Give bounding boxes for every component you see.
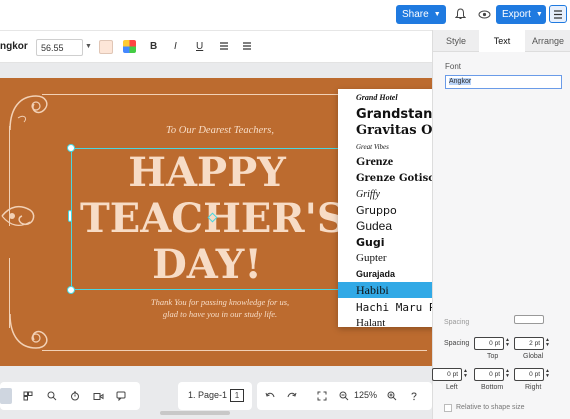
format-side-panel: Style Text Arrange Font Angkor [432, 30, 570, 419]
share-caret-icon: ▼ [433, 11, 441, 18]
right-label: Right [525, 384, 542, 391]
page-pill: 1. Page-1 1 [178, 382, 252, 410]
relative-to-shape-checkbox[interactable] [444, 404, 452, 412]
search-icon[interactable] [45, 389, 59, 403]
spacing-top-input[interactable]: 0 pt [474, 337, 504, 350]
headline-line-1: HAPPY [128, 149, 286, 196]
format-panel-toggle-icon[interactable] [549, 5, 567, 23]
resize-handle-left[interactable] [68, 210, 72, 222]
bottom-status-bar: 1. Page-1 1 125% [0, 382, 432, 410]
spacing-bottom-input[interactable]: 0 pt [474, 368, 504, 381]
video-icon[interactable] [91, 389, 105, 403]
underline-button[interactable]: U [196, 41, 203, 52]
resize-handle-top-left[interactable] [67, 144, 75, 152]
spacing-top-spinner-icon[interactable]: ▲ ▼ [505, 338, 510, 349]
card-border-bottom [42, 350, 427, 351]
timer-icon[interactable] [68, 389, 82, 403]
font-color-swatch[interactable] [99, 40, 113, 54]
spacing-right-input[interactable]: 0 pt [514, 368, 544, 381]
corner-flourish-top-left-icon [9, 95, 48, 131]
line-spacing-input[interactable] [514, 315, 544, 324]
bell-icon[interactable] [452, 6, 468, 22]
tools-pill [0, 382, 140, 410]
headline-text-box[interactable]: HAPPY TEACHER'S DAY! [71, 148, 346, 290]
spacing-partial-label: Spacing [444, 319, 470, 326]
tab-style[interactable]: Style [433, 30, 479, 52]
resize-handle-bottom-left[interactable] [67, 286, 75, 294]
text-toolbar: ngkor 56.55 ▼ B I U [0, 30, 432, 63]
list-icon[interactable] [242, 41, 252, 54]
top-bar: Share ▼ Export ▼ [0, 0, 570, 30]
spacing-label: Spacing [444, 340, 470, 347]
side-flourish-left-icon [1, 205, 35, 226]
headline-line-3: DAY! [152, 241, 262, 288]
preview-eye-icon[interactable] [476, 6, 492, 22]
share-button[interactable]: Share ▼ [396, 5, 446, 24]
bottom-label: Bottom [481, 384, 504, 391]
bold-button[interactable]: B [150, 41, 157, 52]
spacing-global-spinner-icon[interactable]: ▲ ▼ [545, 338, 550, 349]
card-message-line-2[interactable]: glad to have you in our study life. [120, 309, 320, 319]
fullscreen-icon[interactable] [315, 389, 329, 403]
export-caret-icon: ▼ [535, 11, 543, 18]
spacing-left-input[interactable]: 0 pt [432, 368, 462, 381]
shapes-icon[interactable] [21, 389, 35, 403]
relative-to-shape-label: Relative to shape size [456, 404, 525, 411]
headline-line-2: TEACHER'S [80, 195, 346, 242]
global-label: Global [523, 353, 544, 360]
comment-icon[interactable] [114, 389, 128, 403]
top-label: Top [487, 353, 499, 360]
view-controls-pill: 125% [257, 382, 432, 410]
zoom-out-icon[interactable] [337, 389, 351, 403]
zoom-in-icon[interactable] [385, 389, 399, 403]
color-picker-icon[interactable] [123, 40, 136, 53]
italic-button[interactable]: I [174, 41, 177, 52]
align-icon[interactable] [219, 41, 229, 54]
font-name-input[interactable]: Angkor [445, 75, 562, 89]
share-label: Share [402, 9, 429, 20]
spacing-global-input[interactable]: 2 pt [514, 337, 544, 350]
redo-icon[interactable] [285, 389, 299, 403]
page-list-icon[interactable]: 1 [230, 389, 244, 402]
font-name-display[interactable]: ngkor [0, 41, 28, 52]
font-name-value: Angkor [449, 78, 472, 85]
help-icon[interactable] [407, 389, 421, 403]
font-size-caret-icon[interactable]: ▼ [85, 43, 92, 50]
font-label: Font [445, 62, 462, 71]
export-label: Export [502, 9, 531, 20]
side-panel-tabs: Style Text Arrange [433, 30, 570, 52]
export-button[interactable]: Export ▼ [496, 5, 546, 24]
corner-flourish-bottom-left-icon [9, 313, 48, 349]
left-label: Left [446, 384, 458, 391]
page-selector-label[interactable]: 1. Page-1 [188, 390, 227, 400]
font-size-input[interactable]: 56.55 [36, 39, 83, 56]
undo-icon[interactable] [263, 389, 277, 403]
card-subtitle[interactable]: To Our Dearest Teachers, [150, 125, 290, 136]
tab-text[interactable]: Text [479, 30, 525, 52]
tab-arrange[interactable]: Arrange [525, 30, 570, 52]
canvas-horizontal-scrollbar[interactable] [160, 411, 230, 415]
zoom-level[interactable]: 125% [354, 390, 377, 400]
spacing-left-spinner-icon[interactable]: ▲ ▼ [463, 369, 468, 380]
sidebar-toggle-icon[interactable] [0, 388, 12, 404]
spacing-bottom-spinner-icon[interactable]: ▲ ▼ [505, 369, 510, 380]
card-message-line-1[interactable]: Thank You for passing knowledge for us, [120, 297, 320, 307]
spacing-right-spinner-icon[interactable]: ▲ ▼ [545, 369, 550, 380]
